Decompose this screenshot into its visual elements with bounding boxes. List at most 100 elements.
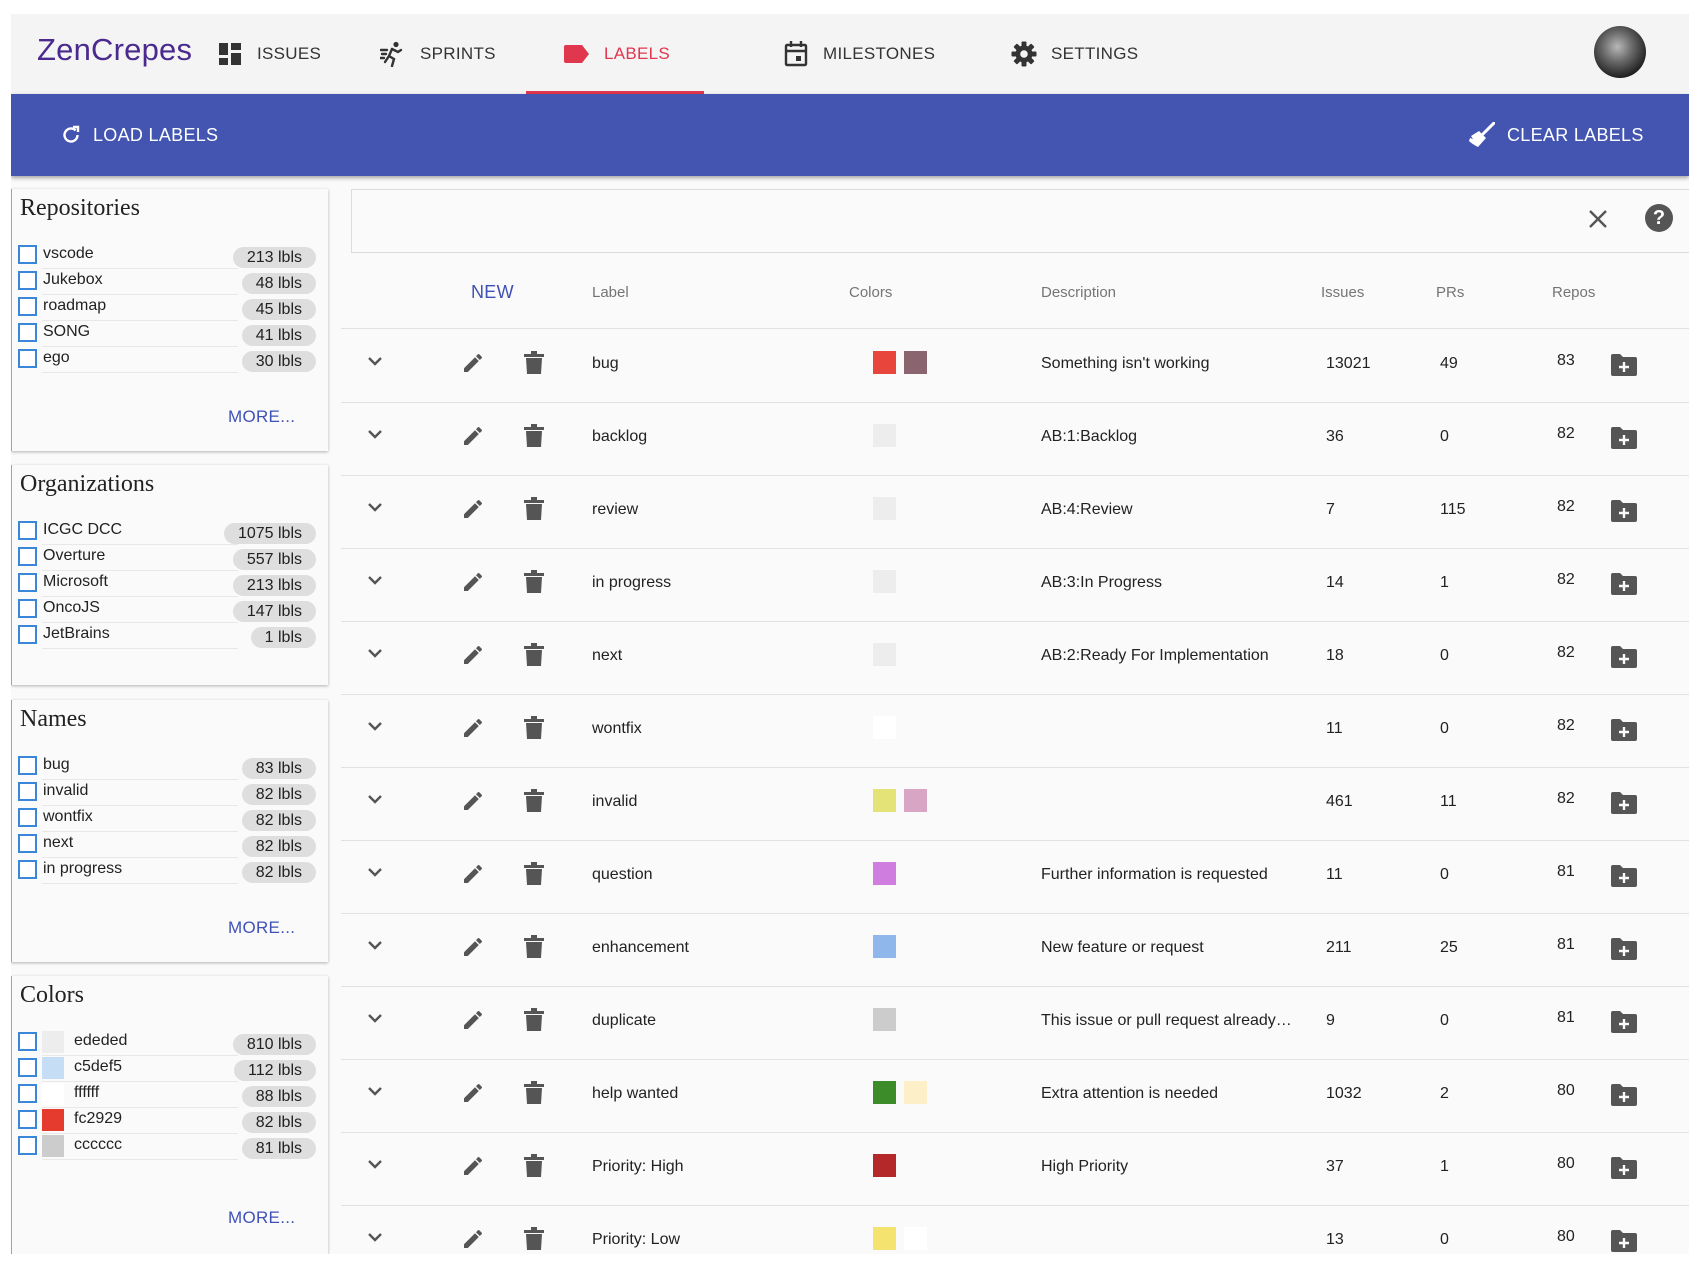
pencil-icon[interactable] [461, 1227, 485, 1254]
checkbox[interactable] [18, 521, 37, 540]
checkbox[interactable] [18, 1084, 37, 1103]
trash-icon[interactable] [523, 1154, 545, 1183]
chevron-down-icon[interactable] [365, 862, 385, 887]
tab-sprints[interactable]: SPRINTS [380, 14, 496, 94]
chevron-down-icon[interactable] [365, 1154, 385, 1179]
folder-add-icon[interactable] [1611, 719, 1637, 746]
tab-issues[interactable]: ISSUES [217, 14, 321, 94]
checkbox[interactable] [18, 782, 37, 801]
checkbox[interactable] [18, 349, 37, 368]
pencil-icon[interactable] [461, 1154, 485, 1183]
close-icon[interactable] [1587, 208, 1609, 235]
checkbox[interactable] [18, 245, 37, 264]
pencil-icon[interactable] [461, 862, 485, 891]
list-item[interactable]: ededed 810 lbls [18, 1031, 322, 1056]
chevron-down-icon[interactable] [365, 643, 385, 668]
folder-add-icon[interactable] [1611, 500, 1637, 527]
trash-icon[interactable] [523, 716, 545, 745]
trash-icon[interactable] [523, 497, 545, 526]
pencil-icon[interactable] [461, 424, 485, 453]
more-link[interactable]: MORE... [228, 407, 295, 427]
checkbox[interactable] [18, 756, 37, 775]
chevron-down-icon[interactable] [365, 351, 385, 376]
folder-add-icon[interactable] [1611, 1157, 1637, 1184]
help-icon[interactable]: ? [1645, 204, 1673, 232]
checkbox[interactable] [18, 1136, 37, 1155]
pencil-icon[interactable] [461, 716, 485, 745]
list-item[interactable]: in progress 82 lbls [18, 859, 322, 884]
list-item[interactable]: SONG 41 lbls [18, 322, 322, 347]
checkbox[interactable] [18, 599, 37, 618]
list-item[interactable]: invalid 82 lbls [18, 781, 322, 806]
trash-icon[interactable] [523, 1081, 545, 1110]
tab-settings[interactable]: SETTINGS [1011, 14, 1138, 94]
list-item[interactable]: Microsoft 213 lbls [18, 572, 322, 597]
pencil-icon[interactable] [461, 1008, 485, 1037]
trash-icon[interactable] [523, 643, 545, 672]
folder-add-icon[interactable] [1611, 646, 1637, 673]
trash-icon[interactable] [523, 1008, 545, 1037]
chevron-down-icon[interactable] [365, 424, 385, 449]
trash-icon[interactable] [523, 789, 545, 818]
chevron-down-icon[interactable] [365, 1227, 385, 1252]
trash-icon[interactable] [523, 570, 545, 599]
list-item[interactable]: ego 30 lbls [18, 348, 322, 373]
chevron-down-icon[interactable] [365, 935, 385, 960]
chevron-down-icon[interactable] [365, 1081, 385, 1106]
tab-milestones[interactable]: MILESTONES [783, 14, 935, 94]
folder-add-icon[interactable] [1611, 865, 1637, 892]
list-item[interactable]: ICGC DCC 1075 lbls [18, 520, 322, 545]
trash-icon[interactable] [523, 1227, 545, 1254]
checkbox[interactable] [18, 271, 37, 290]
more-link[interactable]: MORE... [228, 1208, 295, 1228]
list-item[interactable]: JetBrains 1 lbls [18, 624, 322, 649]
trash-icon[interactable] [523, 935, 545, 964]
checkbox[interactable] [18, 547, 37, 566]
list-item[interactable]: c5def5 112 lbls [18, 1057, 322, 1082]
clear-labels-button[interactable]: CLEAR LABELS [1467, 94, 1644, 176]
chevron-down-icon[interactable] [365, 570, 385, 595]
list-item[interactable]: cccccc 81 lbls [18, 1135, 322, 1160]
list-item[interactable]: Jukebox 48 lbls [18, 270, 322, 295]
trash-icon[interactable] [523, 424, 545, 453]
checkbox[interactable] [18, 808, 37, 827]
list-item[interactable]: ffffff 88 lbls [18, 1083, 322, 1108]
chevron-down-icon[interactable] [365, 1008, 385, 1033]
folder-add-icon[interactable] [1611, 792, 1637, 819]
checkbox[interactable] [18, 573, 37, 592]
avatar[interactable] [1594, 26, 1646, 78]
folder-add-icon[interactable] [1611, 938, 1637, 965]
trash-icon[interactable] [523, 862, 545, 891]
checkbox[interactable] [18, 860, 37, 879]
folder-add-icon[interactable] [1611, 1084, 1637, 1111]
list-item[interactable]: OncoJS 147 lbls [18, 598, 322, 623]
folder-add-icon[interactable] [1611, 427, 1637, 454]
more-link[interactable]: MORE... [228, 918, 295, 938]
list-item[interactable]: bug 83 lbls [18, 755, 322, 780]
list-item[interactable]: Overture 557 lbls [18, 546, 322, 571]
pencil-icon[interactable] [461, 789, 485, 818]
list-item[interactable]: vscode 213 lbls [18, 244, 322, 269]
trash-icon[interactable] [523, 351, 545, 380]
list-item[interactable]: roadmap 45 lbls [18, 296, 322, 321]
pencil-icon[interactable] [461, 351, 485, 380]
checkbox[interactable] [18, 323, 37, 342]
chevron-down-icon[interactable] [365, 716, 385, 741]
app-logo[interactable]: ZenCrepes [37, 32, 192, 68]
list-item[interactable]: wontfix 82 lbls [18, 807, 322, 832]
checkbox[interactable] [18, 1032, 37, 1051]
pencil-icon[interactable] [461, 497, 485, 526]
pencil-icon[interactable] [461, 643, 485, 672]
folder-add-icon[interactable] [1611, 573, 1637, 600]
folder-add-icon[interactable] [1611, 354, 1637, 381]
folder-add-icon[interactable] [1611, 1230, 1637, 1254]
checkbox[interactable] [18, 297, 37, 316]
pencil-icon[interactable] [461, 1081, 485, 1110]
search-bar[interactable]: ? [351, 189, 1689, 253]
chevron-down-icon[interactable] [365, 497, 385, 522]
checkbox[interactable] [18, 625, 37, 644]
folder-add-icon[interactable] [1611, 1011, 1637, 1038]
checkbox[interactable] [18, 1058, 37, 1077]
pencil-icon[interactable] [461, 570, 485, 599]
checkbox[interactable] [18, 1110, 37, 1129]
